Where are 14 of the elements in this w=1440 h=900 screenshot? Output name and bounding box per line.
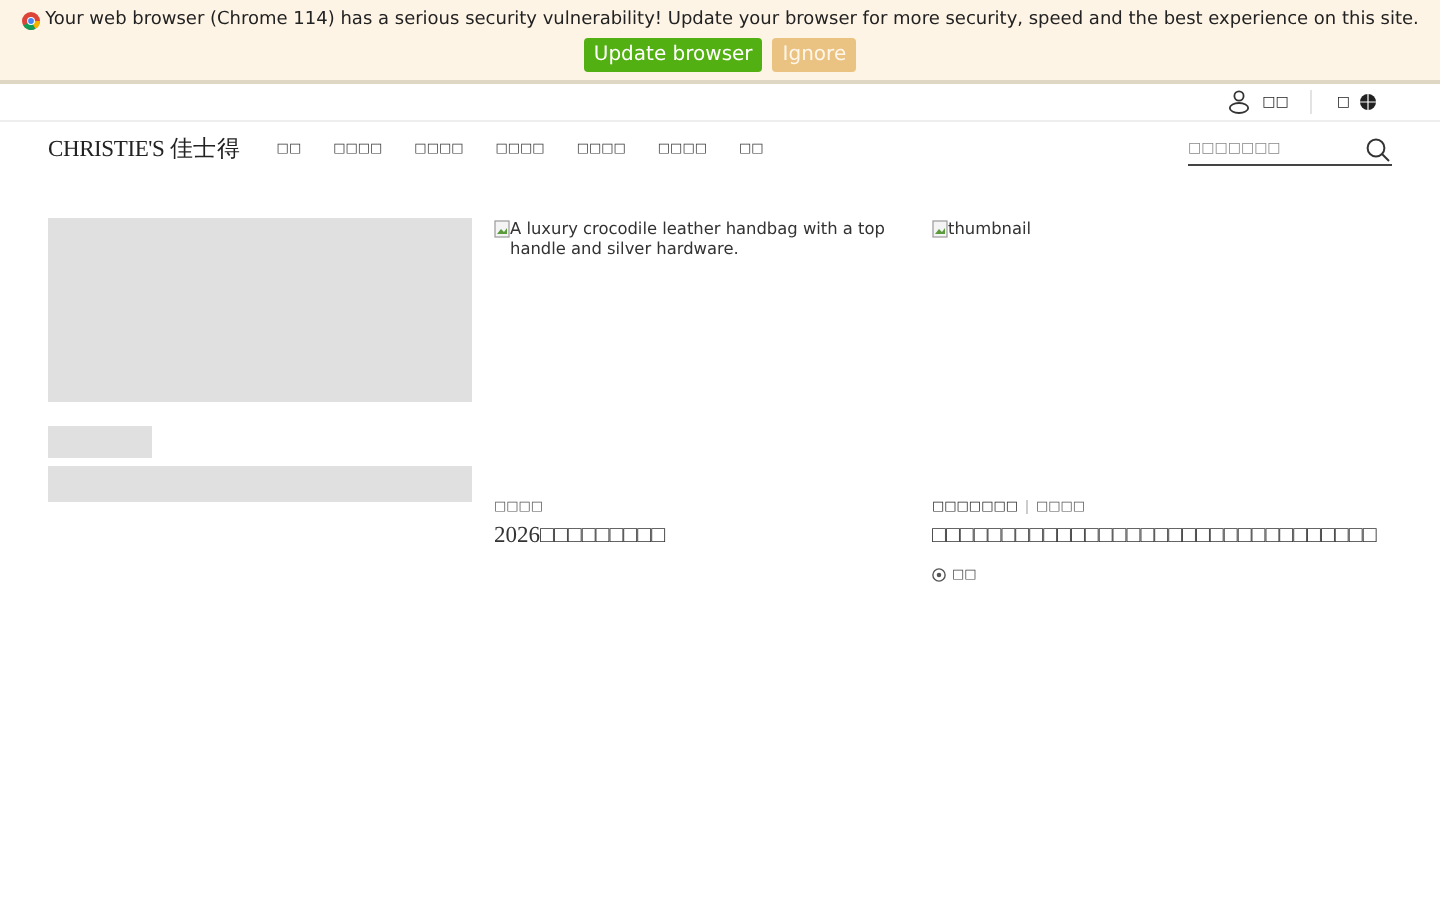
- broken-image-icon: [494, 220, 510, 238]
- logo[interactable]: CHRISTIE'S 佳士得: [48, 133, 241, 163]
- image-alt-text: thumbnail: [948, 218, 1032, 238]
- globe-icon: [1360, 94, 1376, 110]
- image-alt-text: A luxury crocodile leather handbag with a top handle and silver hardware.: [510, 218, 887, 258]
- search-icon[interactable]: [1366, 138, 1390, 162]
- warning-message: Your web browser (Chrome 114) has a serious security vulnerability! Update your browser for more security, speed and the best experience on this site.: [45, 10, 1419, 30]
- article-title[interactable]: 2026□□□□□□□□□: [494, 522, 910, 550]
- user-icon: [1228, 90, 1251, 114]
- text-placeholder: [48, 426, 152, 458]
- chrome-icon: [21, 11, 40, 29]
- article-title[interactable]: □□□□□□□□□□□□□□□□□□□□□□□□□□□□□□□□: [932, 522, 1396, 550]
- broken-image-icon: [932, 220, 948, 238]
- location-icon: [932, 567, 946, 581]
